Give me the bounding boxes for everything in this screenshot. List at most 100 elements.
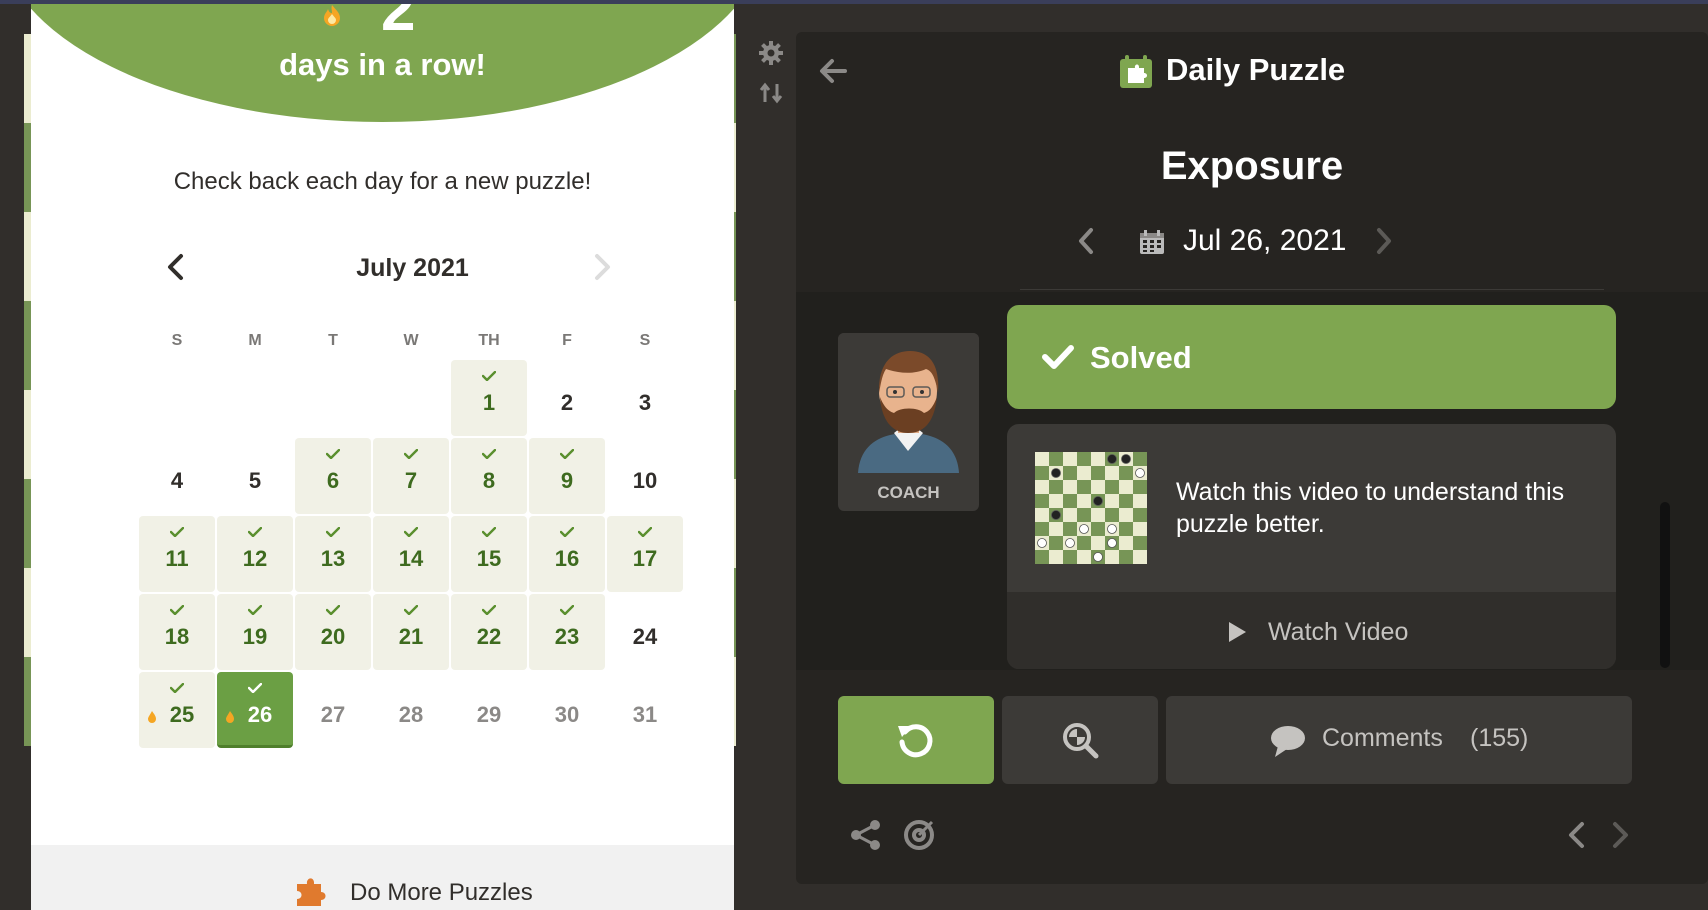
calendar-day[interactable]: 2 xyxy=(529,360,605,436)
thumbnail-square xyxy=(1119,536,1133,550)
checkmark-icon xyxy=(560,605,574,615)
coach-avatar xyxy=(838,333,979,473)
calendar-day[interactable]: 12 xyxy=(217,516,293,592)
thumbnail-square xyxy=(1063,480,1077,494)
calendar-day[interactable]: 8 xyxy=(451,438,527,514)
watch-video-label[interactable]: Watch Video xyxy=(1268,618,1408,647)
calendar-day[interactable]: 10 xyxy=(607,438,683,514)
day-number: 21 xyxy=(398,624,424,649)
gear-icon[interactable] xyxy=(758,40,784,66)
calendar-day[interactable]: 9 xyxy=(529,438,605,514)
thumbnail-square xyxy=(1063,452,1077,466)
analysis-button[interactable] xyxy=(1002,696,1158,784)
calendar-day[interactable]: 13 xyxy=(295,516,371,592)
thumbnail-piece xyxy=(1065,538,1075,548)
thumbnail-square xyxy=(1133,550,1147,564)
thumbnail-square xyxy=(1091,508,1105,522)
do-more-puzzles-link[interactable]: Do More Puzzles xyxy=(350,879,533,907)
thumbnail-square xyxy=(1133,522,1147,536)
thumbnail-square xyxy=(1119,508,1133,522)
calendar-icon xyxy=(1140,230,1164,254)
thumbnail-square xyxy=(1077,494,1091,508)
checkmark-icon xyxy=(326,527,340,537)
thumbnail-square xyxy=(1119,494,1133,508)
calendar-day[interactable]: 18 xyxy=(139,594,215,670)
calendar-day[interactable]: 5 xyxy=(217,438,293,514)
thumbnail-square xyxy=(1119,466,1133,480)
share-icon[interactable] xyxy=(849,818,883,852)
thumbnail-piece xyxy=(1135,468,1145,478)
play-icon xyxy=(1229,622,1246,642)
comments-count: (155) xyxy=(1470,724,1529,752)
thumbnail-square xyxy=(1063,508,1077,522)
thumbnail-square xyxy=(1105,494,1119,508)
thumbnail-piece xyxy=(1121,454,1131,464)
day-number: 31 xyxy=(632,702,658,727)
prev-month-chevron-left-icon[interactable] xyxy=(161,252,191,282)
coach-card[interactable]: COACH xyxy=(838,333,979,511)
calendar-day[interactable]: 22 xyxy=(451,594,527,670)
calendar-day[interactable]: 25 xyxy=(139,672,215,748)
puzzle-date[interactable]: Jul 26, 2021 xyxy=(1183,224,1346,258)
daily-puzzle-icon xyxy=(1120,55,1152,88)
checkmark-icon xyxy=(482,605,496,615)
calendar-day[interactable]: 6 xyxy=(295,438,371,514)
thumbnail-square xyxy=(1077,536,1091,550)
thumbnail-piece xyxy=(1051,510,1061,520)
next-day-chevron-right-icon[interactable] xyxy=(1372,226,1396,256)
back-arrow-icon[interactable] xyxy=(818,58,848,84)
puzzle-thumbnail[interactable] xyxy=(1035,452,1147,564)
checkmark-icon xyxy=(560,527,574,537)
day-number: 14 xyxy=(398,546,424,571)
swap-icon[interactable] xyxy=(758,80,784,106)
previous-day-chevron-left-icon[interactable] xyxy=(1074,226,1098,256)
calendar-day[interactable]: 17 xyxy=(607,516,683,592)
checkmark-icon xyxy=(482,371,496,381)
calendar-day[interactable]: 16 xyxy=(529,516,605,592)
thumbnail-square xyxy=(1133,452,1147,466)
thumbnail-square xyxy=(1105,550,1119,564)
calendar-day[interactable]: 20 xyxy=(295,594,371,670)
calendar-day: 31 xyxy=(607,672,683,748)
puzzle-piece-icon xyxy=(297,878,326,906)
weekday-header: F xyxy=(562,332,572,349)
calendar-day[interactable]: 19 xyxy=(217,594,293,670)
checkmark-icon xyxy=(170,683,184,693)
calendar-day[interactable]: 21 xyxy=(373,594,449,670)
previous-chevron-left-icon[interactable] xyxy=(1560,818,1594,852)
calendar-day[interactable]: 1 xyxy=(451,360,527,436)
next-month-chevron-right-icon[interactable] xyxy=(587,252,617,282)
calendar-day[interactable]: 4 xyxy=(139,438,215,514)
day-number: 7 xyxy=(404,468,418,493)
next-chevron-right-icon[interactable] xyxy=(1603,818,1637,852)
thumbnail-square xyxy=(1063,494,1077,508)
retry-button[interactable] xyxy=(838,696,994,784)
calendar-day[interactable]: 15 xyxy=(451,516,527,592)
check-back-text: Check back each day for a new puzzle! xyxy=(173,168,592,195)
day-number: 8 xyxy=(482,468,496,493)
thumbnail-piece xyxy=(1037,538,1047,548)
streak-label: days in a row! xyxy=(279,47,486,82)
day-number: 3 xyxy=(638,390,652,415)
video-description: Watch this video to understand this puzz… xyxy=(1176,478,1565,538)
target-icon[interactable] xyxy=(902,818,936,852)
scrollbar[interactable] xyxy=(1660,502,1670,668)
thumbnail-square xyxy=(1077,452,1091,466)
thumbnail-square xyxy=(1091,452,1105,466)
calendar-day[interactable]: 24 xyxy=(607,594,683,670)
calendar-day[interactable]: 14 xyxy=(373,516,449,592)
calendar-day[interactable]: 7 xyxy=(373,438,449,514)
checkmark-icon xyxy=(482,527,496,537)
calendar-day: 27 xyxy=(295,672,371,748)
thumbnail-square xyxy=(1133,494,1147,508)
thumbnail-square xyxy=(1035,452,1049,466)
calendar-day[interactable]: 11 xyxy=(139,516,215,592)
thumbnail-square xyxy=(1035,466,1049,480)
checkmark-icon xyxy=(248,605,262,615)
calendar-day[interactable]: 3 xyxy=(607,360,683,436)
calendar-day[interactable]: 26 xyxy=(217,672,293,748)
analysis-icon xyxy=(1063,723,1099,759)
calendar-day[interactable]: 23 xyxy=(529,594,605,670)
thumbnail-square xyxy=(1077,480,1091,494)
thumbnail-square xyxy=(1091,466,1105,480)
